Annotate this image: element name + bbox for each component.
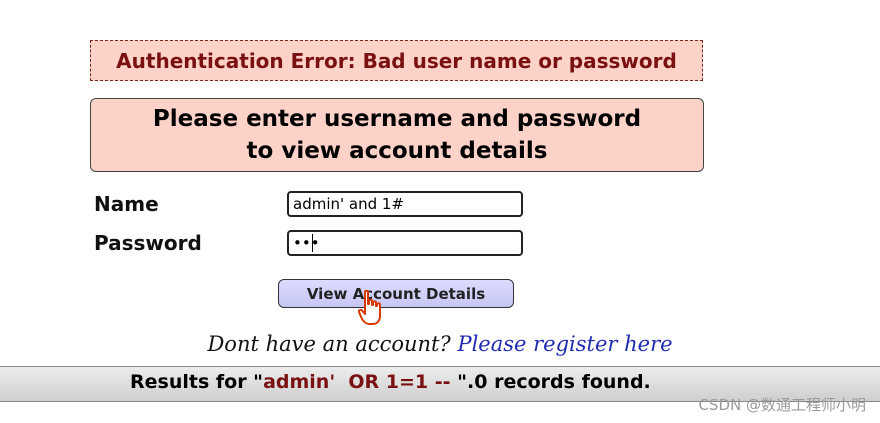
- view-account-details-button[interactable]: View Account Details: [278, 279, 514, 308]
- results-suffix: ".0 records found.: [457, 371, 651, 393]
- password-field[interactable]: [287, 230, 523, 256]
- auth-error-text: Authentication Error: Bad user name or p…: [116, 48, 677, 73]
- name-label: Name: [94, 192, 159, 216]
- prompt-line-2: to view account details: [246, 138, 548, 164]
- name-field[interactable]: [287, 191, 523, 217]
- text-caret: [312, 234, 313, 252]
- view-account-details-label: View Account Details: [306, 284, 486, 303]
- register-row: Dont have an account? Please register he…: [0, 332, 880, 356]
- hand-cursor-icon: [358, 290, 381, 325]
- results-text: Results for "admin' OR 1=1 -- ".0 record…: [130, 371, 651, 393]
- password-label: Password: [94, 231, 202, 255]
- prompt-line-1: Please enter username and password: [152, 106, 642, 132]
- csdn-watermark: CSDN @数通工程师小明: [698, 396, 866, 414]
- auth-error-banner: Authentication Error: Bad user name or p…: [90, 40, 703, 81]
- results-prefix: Results for ": [130, 371, 264, 393]
- register-link[interactable]: Please register here: [457, 332, 672, 356]
- register-question: Dont have an account?: [207, 332, 451, 356]
- results-query: admin' OR 1=1 --: [263, 371, 458, 393]
- login-prompt-box: Please enter username and password to vi…: [90, 98, 704, 172]
